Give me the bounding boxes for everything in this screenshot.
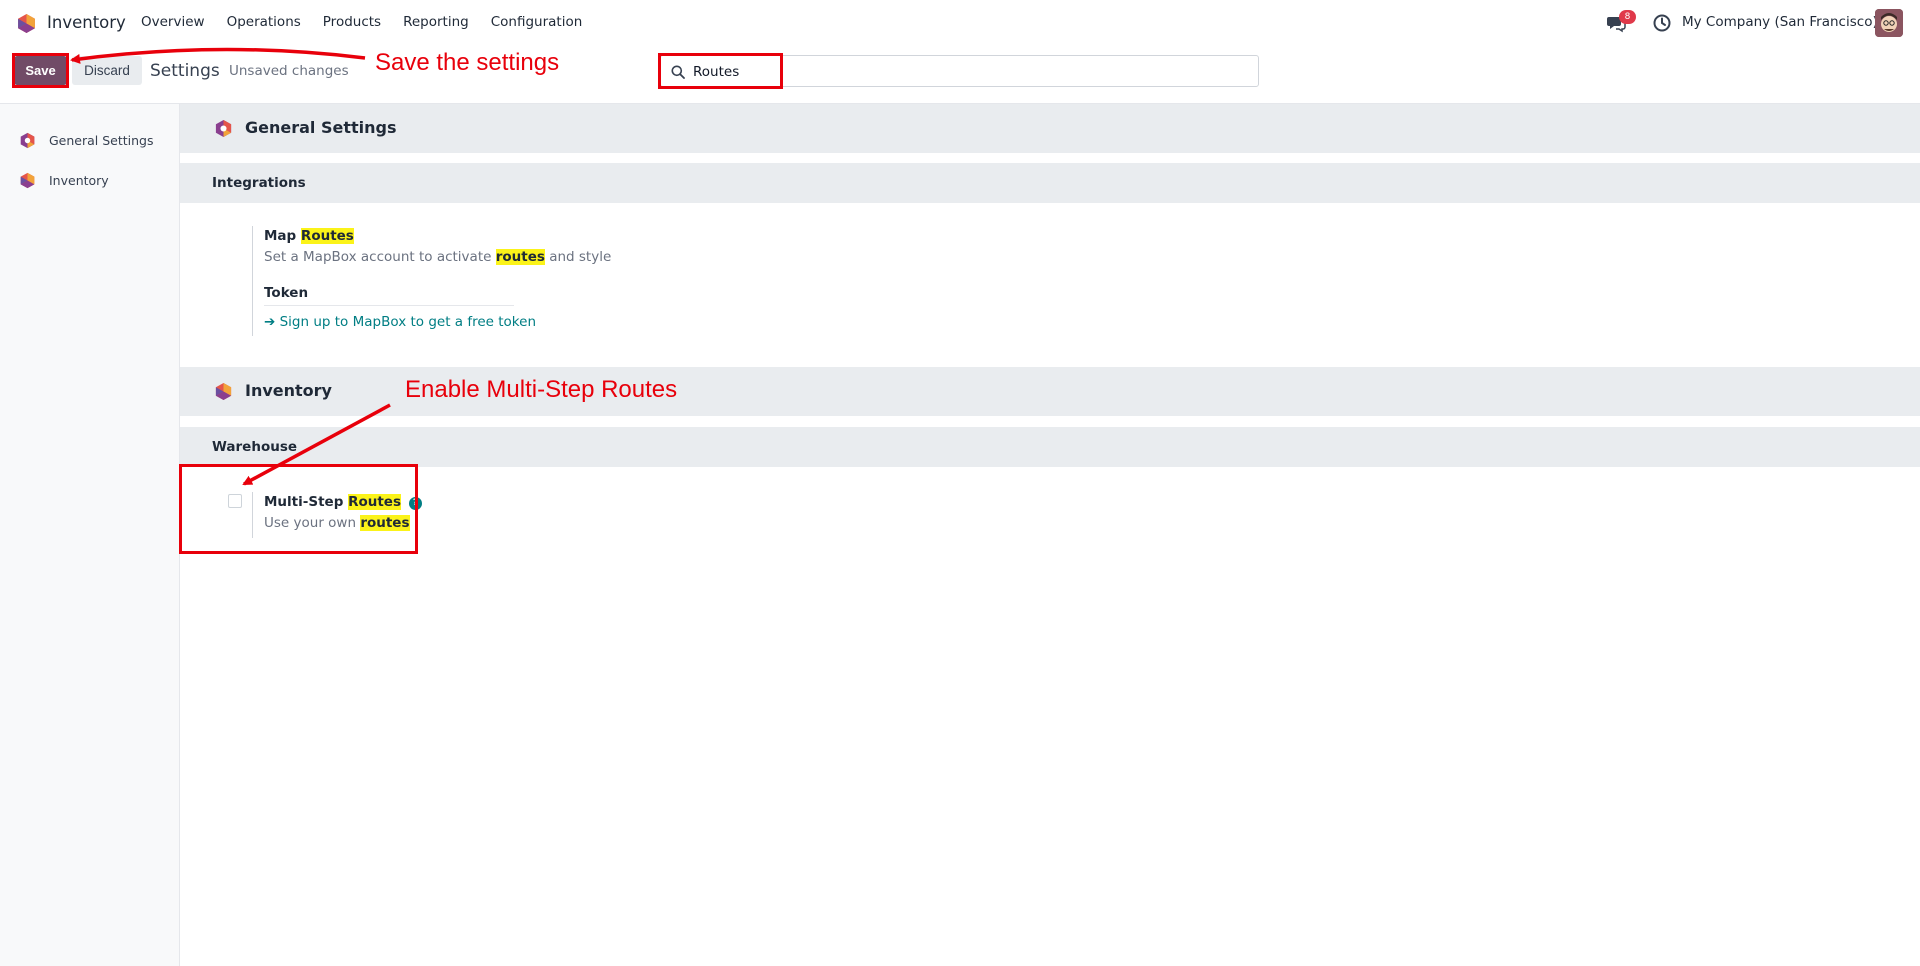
inventory-app-icon[interactable] — [16, 13, 37, 34]
annotation-enable-note: Enable Multi-Step Routes — [405, 376, 678, 403]
unsaved-indicator: Unsaved changes — [229, 63, 349, 79]
inventory-icon — [20, 172, 35, 189]
control-panel: Save Discard Settings Unsaved changes — [0, 46, 1920, 104]
sidebar-item-label: General Settings — [49, 133, 154, 148]
setting-description: Set a MapBox account to activate routes … — [264, 249, 612, 265]
annotation-save-note: Save the settings — [375, 49, 560, 76]
mapbox-signup-link[interactable]: ➔ Sign up to MapBox to get a free token — [264, 314, 536, 330]
chat-count-badge: 8 — [1619, 10, 1636, 24]
menu-overview[interactable]: Overview — [141, 14, 205, 30]
settings-sidebar: General Settings Inventory — [0, 104, 180, 966]
app-header-title: General Settings — [245, 118, 397, 137]
sidebar-item-inventory[interactable]: Inventory — [0, 164, 179, 196]
sidebar-item-label: Inventory — [49, 173, 109, 188]
breadcrumb-title: Settings — [150, 61, 220, 81]
app-name[interactable]: Inventory — [47, 13, 126, 32]
setting-title: Map Routes — [264, 228, 354, 244]
annotation-multistep-box — [179, 464, 418, 554]
settings-content: General Settings Integrations Map Routes… — [180, 104, 1920, 966]
section-title: Warehouse — [212, 439, 298, 455]
app-header-title: Inventory — [245, 381, 332, 400]
integrations-section-header: Integrations — [180, 163, 1920, 203]
discard-button[interactable]: Discard — [72, 56, 142, 85]
warehouse-section-header: Warehouse — [180, 427, 1920, 467]
section-title: Integrations — [212, 175, 306, 191]
sidebar-item-general-settings[interactable]: General Settings — [0, 124, 179, 156]
general-settings-icon — [20, 132, 35, 149]
inventory-icon — [215, 382, 232, 401]
clock-icon[interactable] — [1653, 14, 1671, 32]
token-field[interactable] — [264, 305, 514, 306]
annotation-save-box — [12, 53, 69, 88]
general-settings-icon — [215, 119, 232, 138]
general-settings-header: General Settings — [180, 104, 1920, 153]
token-label: Token — [264, 285, 309, 301]
user-avatar[interactable] — [1875, 9, 1903, 37]
annotation-search-box — [658, 53, 783, 89]
menu-products[interactable]: Products — [323, 14, 381, 30]
search-highlight: routes — [495, 249, 545, 265]
menu-reporting[interactable]: Reporting — [403, 14, 469, 30]
avatar-face-icon — [1875, 9, 1903, 37]
map-routes-setting: Map Routes Set a MapBox account to activ… — [252, 226, 652, 336]
main-menu: Overview Operations Products Reporting C… — [141, 14, 604, 30]
top-navbar: Inventory Overview Operations Products R… — [0, 0, 1920, 46]
search-highlight: Routes — [300, 228, 354, 244]
menu-configuration[interactable]: Configuration — [491, 14, 583, 30]
company-switcher[interactable]: My Company (San Francisco) — [1682, 14, 1878, 30]
menu-operations[interactable]: Operations — [227, 14, 301, 30]
